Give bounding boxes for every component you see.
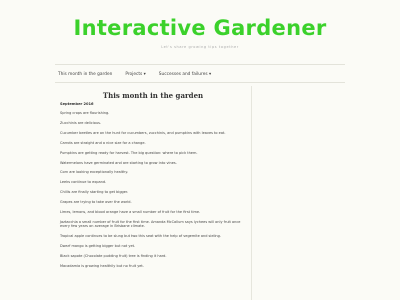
paragraph: Leeks continue to expand. <box>60 180 107 185</box>
paragraph: Dwarf mango is getting bigger but not ye… <box>60 244 136 249</box>
nav-item-projects[interactable]: Projects ▾ <box>125 72 145 77</box>
paragraph: Black sapote (Chocolate pudding fruit) t… <box>60 254 167 259</box>
paragraph: Zucchinis are delicious. <box>60 120 102 125</box>
site-tagline: Let's share growing tips together <box>161 45 239 49</box>
paragraph: Macadamia is growing healthily but no fr… <box>60 264 144 268</box>
paragraph: Chillis are finally starting to get bigg… <box>60 190 129 195</box>
post-body: Spring crops are flourishing. Zucchinis … <box>60 111 244 274</box>
main-navigation: This month in the garden Projects ▾ Succ… <box>58 68 211 80</box>
nav-top-divider <box>55 64 345 65</box>
main-content: This month in the garden September 2016 … <box>55 86 251 300</box>
post-date: September 2016 <box>60 102 94 106</box>
nav-item-successes-failures[interactable]: Successes and failures ▾ <box>159 72 211 77</box>
paragraph: Grapes are trying to take over the world… <box>60 200 132 205</box>
paragraph: Spring crops are flourishing. <box>60 111 110 115</box>
paragraph: Carrots are straight and a nice size for… <box>60 140 146 145</box>
nav-bottom-divider <box>55 82 345 83</box>
paragraph: Cucumber beetles are on the hunt for cuc… <box>60 130 226 135</box>
paragraph: Jaztacchia a small number of fruit for t… <box>60 219 241 229</box>
site-title[interactable]: Interactive Gardener <box>0 16 400 40</box>
paragraph: Corn are looking exceptionally healthy. <box>60 170 129 175</box>
paragraph: Tropical apple continues to be slung but… <box>60 234 221 239</box>
sidebar-divider <box>251 86 252 300</box>
page-title: This month in the garden <box>102 91 204 100</box>
paragraph: Watermelons have germinated and are star… <box>60 160 177 165</box>
nav-item-this-month[interactable]: This month in the garden <box>58 72 112 77</box>
paragraph: Pumpkins are getting ready for harvest. … <box>60 150 198 155</box>
paragraph: Limes, lemons, and blood orange have a s… <box>60 210 201 215</box>
